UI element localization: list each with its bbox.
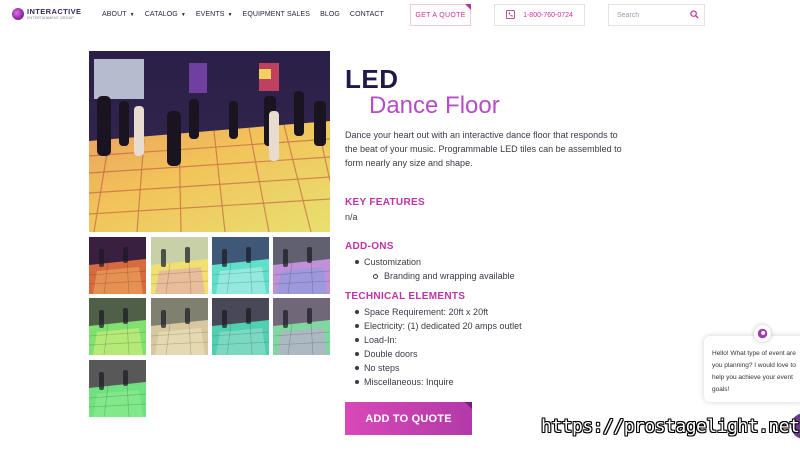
- logo-name: INTERACTIVE: [27, 7, 82, 16]
- phone-number: 1-800-760-0724: [523, 11, 573, 19]
- thumbnail-image[interactable]: [151, 298, 208, 355]
- nav-item-about[interactable]: ABOUT ▼: [102, 11, 135, 18]
- phone-button[interactable]: 1-800-760-0724: [494, 4, 585, 26]
- logo-mark-icon: [12, 8, 24, 20]
- search-box: [608, 4, 705, 26]
- addons-heading: ADD-ONS: [345, 241, 394, 252]
- technical-elements-list: Space Requirement: 20ft x 20ft Electricit…: [352, 305, 522, 389]
- nav-item-contact[interactable]: CONTACT: [350, 11, 384, 18]
- technical-item: No steps: [352, 361, 522, 375]
- chevron-down-icon: ▼: [227, 11, 233, 18]
- technical-item: Double doors: [352, 347, 522, 361]
- chat-message-line: Hello! What type of event are: [712, 350, 796, 357]
- site-header: INTERACTIVE ENTERTAINMENT GROUP ABOUT ▼ CA…: [0, 0, 800, 34]
- addon-item: Customization: [352, 255, 515, 269]
- nav-item-catalog[interactable]: CATALOG ▼: [145, 11, 186, 18]
- add-to-quote-label: ADD TO QUOTE: [365, 412, 452, 425]
- add-to-quote-button[interactable]: ADD TO QUOTE: [345, 402, 472, 435]
- addons-list: Customization Branding and wrapping avail…: [352, 255, 515, 283]
- nav-item-label: ABOUT: [102, 11, 127, 18]
- logo-tagline: ENTERTAINMENT GROUP: [27, 15, 74, 20]
- nav-item-label: BLOG: [320, 11, 340, 18]
- thumbnail-image[interactable]: [89, 237, 146, 294]
- thumbnail-image[interactable]: [89, 298, 146, 355]
- nav-item-equipment-sales[interactable]: EQUIPMENT SALES: [243, 11, 311, 18]
- nav-item-events[interactable]: EVENTS ▼: [196, 11, 233, 18]
- site-logo[interactable]: INTERACTIVE ENTERTAINMENT GROUP: [12, 8, 81, 20]
- nav-item-label: CATALOG: [144, 11, 178, 18]
- technical-item: Miscellaneous: Inquire: [352, 375, 522, 389]
- nav-item-label: EVENTS: [195, 11, 225, 18]
- thumbnail-image[interactable]: [151, 237, 208, 294]
- thumbnail-image[interactable]: [273, 298, 330, 355]
- technical-elements-heading: TECHNICAL ELEMENTS: [345, 291, 466, 302]
- corner-flag-icon: [465, 402, 472, 409]
- thumbnail-image[interactable]: [89, 360, 146, 417]
- chevron-down-icon: ▼: [129, 11, 135, 18]
- corner-flag-icon: [465, 4, 471, 10]
- thumbnail-image[interactable]: [273, 237, 330, 294]
- chat-avatar: [754, 325, 771, 342]
- product-main-image[interactable]: [89, 51, 330, 232]
- thumbnail-image[interactable]: [212, 237, 269, 294]
- key-features-heading: KEY FEATURES: [345, 197, 425, 208]
- chat-message-line: you planning? I would love to: [712, 362, 796, 369]
- nav-item-label: CONTACT: [349, 11, 384, 18]
- get-a-quote-button[interactable]: GET A QUOTE: [410, 4, 471, 26]
- chat-message-line: goals!: [712, 386, 730, 393]
- addon-subitem: Branding and wrapping available: [352, 269, 515, 283]
- main-nav: ABOUT ▼ CATALOG ▼ EVENTS ▼ EQUIPMENT SALES BLOG…: [102, 11, 394, 18]
- technical-item: Space Requirement: 20ft x 20ft: [352, 305, 522, 319]
- search-icon[interactable]: [690, 10, 699, 19]
- product-subtitle: Dance Floor: [369, 92, 500, 119]
- key-features-value: n/a: [345, 212, 358, 222]
- technical-item: Load-In:: [352, 333, 522, 347]
- product-title: LED: [345, 64, 399, 94]
- watermark-url: https://prostagelight.net: [541, 416, 800, 437]
- phone-icon: [506, 9, 516, 21]
- thumbnail-image[interactable]: [212, 298, 269, 355]
- search-input[interactable]: [617, 11, 691, 19]
- chat-logo-icon: [757, 328, 768, 339]
- technical-item: Electricity: (1) dedicated 20 amps outle…: [352, 319, 522, 333]
- nav-item-blog[interactable]: BLOG: [320, 11, 340, 18]
- chat-message-line: help you achieve your event: [712, 374, 793, 381]
- chevron-down-icon: ▼: [180, 11, 186, 18]
- get-a-quote-label: GET A QUOTE: [415, 11, 466, 19]
- product-description: Dance your heart out with an interactive…: [345, 130, 622, 168]
- chat-message-bubble[interactable]: Hello! What type of event are you plannin…: [704, 336, 800, 402]
- nav-item-label: EQUIPMENT SALES: [242, 11, 311, 18]
